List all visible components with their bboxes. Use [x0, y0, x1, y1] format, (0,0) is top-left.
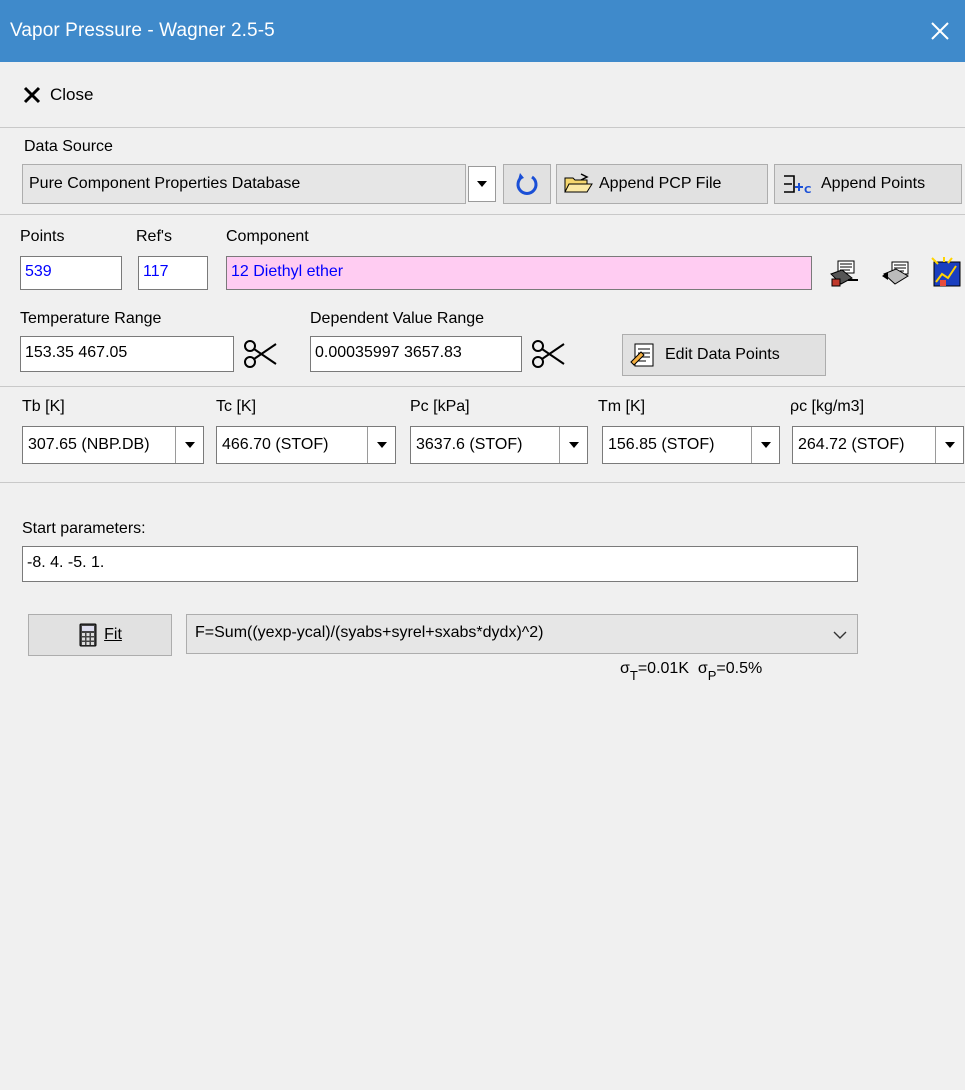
data-source-label: Data Source	[24, 138, 113, 155]
objective-function-value: F=Sum((yexp-ycal)/(syabs+syrel+sxabs*dyd…	[195, 624, 544, 641]
append-points-label: Append Points	[821, 175, 926, 192]
data-source-combo[interactable]: Pure Component Properties Database	[22, 164, 466, 204]
points-label: Points	[20, 228, 65, 245]
divider	[0, 214, 965, 215]
scissors-icon[interactable]	[530, 338, 566, 374]
sigma-p-value: =0.5%	[716, 660, 763, 677]
edit-document-icon	[630, 343, 654, 367]
chart-icon[interactable]	[930, 256, 964, 294]
uncertainty-note: σT=0.01K σP=0.5%	[620, 660, 763, 684]
tb-value: 307.65 (NBP.DB)	[28, 436, 150, 453]
refresh-icon	[516, 173, 538, 195]
sigma-t-value: =0.01K	[637, 660, 689, 677]
chevron-down-icon	[376, 442, 387, 448]
edit-data-points-label: Edit Data Points	[665, 346, 780, 363]
sigma-p-subscript: P	[707, 668, 717, 684]
close-button[interactable]: Close	[22, 82, 93, 108]
database-import-icon[interactable]	[828, 258, 862, 292]
pc-label: Pc [kPa]	[410, 398, 470, 415]
close-button-label: Close	[50, 85, 94, 104]
window-title: Vapor Pressure - Wagner 2.5-5	[10, 20, 275, 41]
append-points-icon: C	[784, 175, 811, 196]
refresh-button[interactable]	[503, 164, 551, 204]
toolbar: Close	[0, 62, 965, 128]
tm-dropdown-button[interactable]	[751, 427, 779, 463]
pc-value: 3637.6 (STOF)	[416, 436, 523, 453]
dependent-range-label: Dependent Value Range	[310, 310, 485, 327]
objective-function-select[interactable]: F=Sum((yexp-ycal)/(syabs+syrel+sxabs*dyd…	[186, 614, 858, 654]
append-pcp-file-button[interactable]: Append PCP File	[556, 164, 768, 204]
tb-dropdown-button[interactable]	[175, 427, 203, 463]
divider	[0, 386, 965, 387]
temperature-range-field[interactable]: 153.35 467.05	[20, 336, 234, 372]
tm-label: Tm [K]	[598, 398, 646, 415]
component-field[interactable]: 12 Diethyl ether	[226, 256, 812, 290]
scissors-icon[interactable]	[242, 338, 278, 374]
chevron-down-icon	[760, 442, 771, 448]
tb-select[interactable]: 307.65 (NBP.DB)	[22, 426, 204, 464]
tm-value: 156.85 (STOF)	[608, 436, 715, 453]
tb-label: Tb [K]	[22, 398, 65, 415]
data-source-dropdown-button[interactable]	[468, 166, 496, 202]
close-icon	[23, 86, 41, 104]
rhoc-select[interactable]: 264.72 (STOF)	[792, 426, 964, 464]
pc-dropdown-button[interactable]	[559, 427, 587, 463]
tc-dropdown-button[interactable]	[367, 427, 395, 463]
rhoc-dropdown-button[interactable]	[935, 427, 963, 463]
chevron-down-icon	[833, 631, 847, 639]
svg-text:C: C	[804, 185, 811, 196]
chevron-down-icon	[477, 181, 487, 187]
dependent-range-field[interactable]: 0.00035997 3657.83	[310, 336, 522, 372]
points-field[interactable]: 539	[20, 256, 122, 290]
edit-data-points-button[interactable]: Edit Data Points	[622, 334, 826, 376]
fit-button-label: Fit	[104, 626, 122, 643]
database-export-icon[interactable]	[880, 258, 914, 292]
data-source-value: Pure Component Properties Database	[29, 175, 301, 192]
append-points-button[interactable]: C Append Points	[774, 164, 962, 204]
chevron-down-icon	[944, 442, 955, 448]
open-folder-icon	[564, 173, 593, 193]
tc-value: 466.70 (STOF)	[222, 436, 329, 453]
sigma-t-symbol: σ	[620, 660, 630, 677]
temperature-range-label: Temperature Range	[20, 310, 162, 327]
refs-label: Ref's	[136, 228, 172, 245]
divider	[0, 482, 965, 483]
tc-label: Tc [K]	[216, 398, 257, 415]
append-pcp-file-label: Append PCP File	[599, 175, 722, 192]
sigma-t-subscript: T	[629, 668, 638, 684]
calculator-icon	[79, 623, 97, 647]
rhoc-label: ρc [kg/m3]	[790, 398, 865, 415]
pc-select[interactable]: 3637.6 (STOF)	[410, 426, 588, 464]
start-parameters-label: Start parameters:	[22, 520, 146, 537]
refs-field[interactable]: 117	[138, 256, 208, 290]
window-close-icon[interactable]	[923, 14, 957, 48]
sigma-p-symbol: σ	[697, 660, 708, 677]
chevron-down-icon	[184, 442, 195, 448]
chevron-down-icon	[568, 442, 579, 448]
rhoc-value: 264.72 (STOF)	[798, 436, 905, 453]
component-label: Component	[226, 228, 309, 245]
tc-select[interactable]: 466.70 (STOF)	[216, 426, 396, 464]
fit-button[interactable]: Fit	[28, 614, 172, 656]
title-bar: Vapor Pressure - Wagner 2.5-5	[0, 0, 965, 62]
start-parameters-field[interactable]: -8. 4. -5. 1.	[22, 546, 858, 582]
tm-select[interactable]: 156.85 (STOF)	[602, 426, 780, 464]
